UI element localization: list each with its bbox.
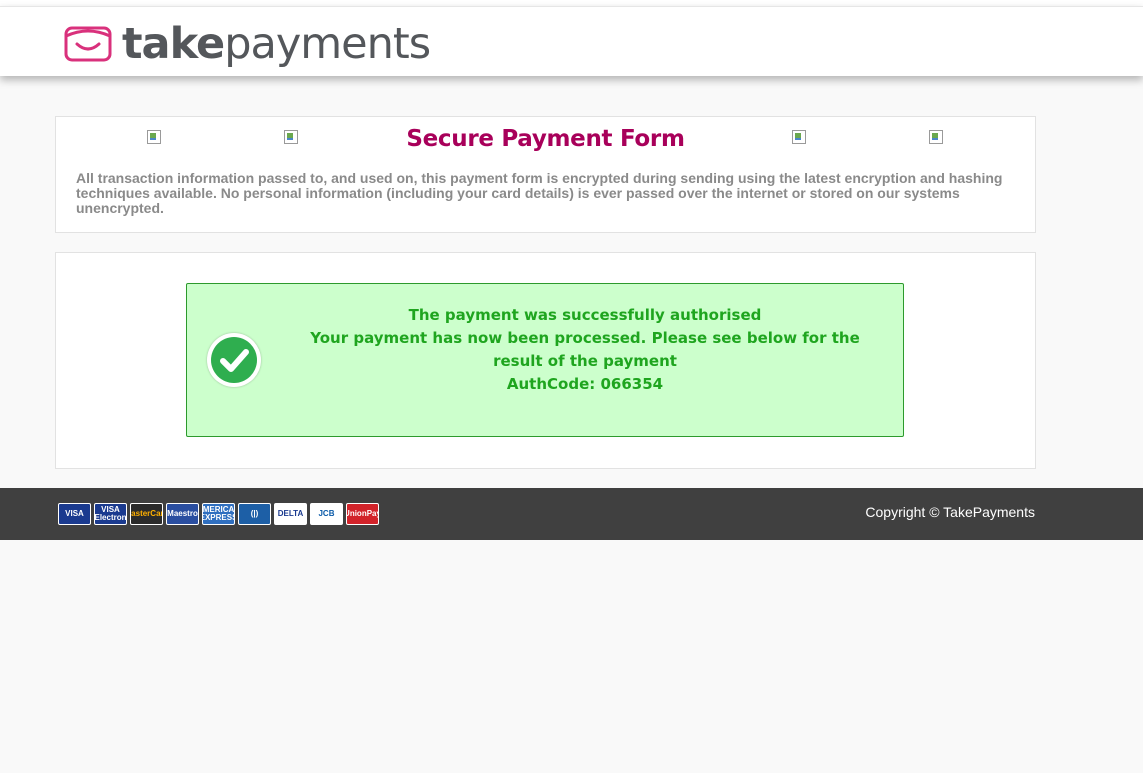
takepayments-logo[interactable]: takepayments — [64, 18, 431, 69]
result-panel: The payment was successfully authorised … — [55, 252, 1036, 469]
result-message: The payment was successfully authorised … — [287, 304, 883, 396]
success-heading: The payment was successfully authorised — [408, 306, 762, 324]
wallet-smile-icon — [64, 26, 112, 62]
security-info-panel: Secure Payment Form All transaction info… — [55, 116, 1036, 233]
jcb-icon: JCB — [310, 503, 343, 525]
american-express-icon: AMERICAN EXPRESS — [202, 503, 235, 525]
copyright-text: Copyright © TakePayments — [865, 504, 1035, 520]
maestro-icon: Maestro — [166, 503, 199, 525]
logo-wordmark: takepayments — [122, 18, 431, 69]
security-notice-text: All transaction information passed to, a… — [76, 170, 1003, 216]
auth-code: AuthCode: 066354 — [506, 375, 664, 393]
unionpay-icon: UnionPay — [346, 503, 379, 525]
visa-icon: VISA — [58, 503, 91, 525]
site-footer: VISAVISA ElectronMasterCardMaestroAMERIC… — [0, 488, 1143, 540]
diners-club-icon: (|) — [238, 503, 271, 525]
success-message-box: The payment was successfully authorised … — [186, 283, 904, 437]
visa-electron-icon: VISA Electron — [94, 503, 127, 525]
mastercard-icon: MasterCard — [130, 503, 163, 525]
accepted-cards: VISAVISA ElectronMasterCardMaestroAMERIC… — [58, 503, 382, 525]
page-title: Secure Payment Form — [406, 126, 685, 152]
site-header: takepayments — [0, 6, 1143, 76]
visa-delta-icon: DELTA — [274, 503, 307, 525]
processed-text: Your payment has now been processed. Ple… — [310, 329, 860, 370]
check-circle-icon — [207, 333, 261, 387]
